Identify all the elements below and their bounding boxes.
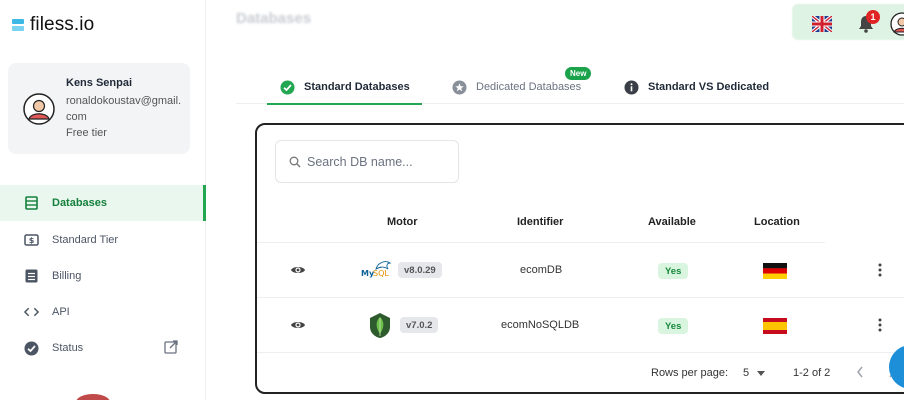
sidebar-item-databases[interactable]: Databases <box>0 185 206 221</box>
pagination: Rows per page: 5 1-2 of 2 <box>257 353 904 389</box>
tab-standard-databases[interactable]: Standard Databases <box>267 70 422 105</box>
dropdown-arrow-icon[interactable] <box>757 371 765 376</box>
logo-text: filess.io <box>30 14 95 35</box>
dollar-card-icon: $ <box>24 233 39 248</box>
sidebar-item-api[interactable]: API <box>0 294 206 330</box>
mongodb-icon <box>370 313 390 338</box>
version-badge: v7.0.2 <box>400 317 439 333</box>
germany-flag-icon <box>763 263 787 279</box>
uk-flag-icon[interactable] <box>812 16 832 32</box>
column-header-available[interactable]: Available <box>648 216 696 228</box>
version-badge: v8.0.29 <box>398 262 442 278</box>
eye-icon[interactable] <box>290 263 306 277</box>
tab-dedicated-databases[interactable]: Dedicated Databases <box>452 70 581 104</box>
previous-page-icon[interactable] <box>855 365 865 379</box>
table-row[interactable]: My SQL v8.0.29 ecomDB Yes <box>257 243 904 298</box>
column-header-location[interactable]: Location <box>754 216 800 228</box>
db-identifier: ecomNoSQLDB <box>501 319 580 331</box>
code-icon <box>24 305 39 320</box>
star-icon <box>452 80 467 95</box>
external-link-icon[interactable] <box>164 340 178 354</box>
sidebar-item-label: Status <box>52 342 84 354</box>
sidebar-item-label: Databases <box>52 197 108 209</box>
notification-badge: 1 <box>866 10 880 24</box>
check-circle-icon <box>280 80 295 95</box>
available-badge: Yes <box>658 263 689 279</box>
sidebar-item-label: Standard Tier <box>52 234 119 246</box>
sidebar: filess.io Kens Senpai ronaldokoustav@gma… <box>0 0 206 400</box>
info-icon <box>624 80 639 95</box>
check-circle-icon <box>24 341 39 356</box>
spain-flag-icon <box>763 318 787 334</box>
tab-standard-vs-dedicated[interactable]: Standard VS Dedicated <box>624 70 769 104</box>
avatar <box>23 93 55 125</box>
tab-label: Standard Databases <box>304 81 410 93</box>
sidebar-nav: Databases $ Standard Tier Billing API St… <box>0 185 206 366</box>
sidebar-item-standard-tier[interactable]: $ Standard Tier <box>0 222 206 258</box>
column-header-identifier[interactable]: Identifier <box>517 216 563 228</box>
page-title: Databases <box>236 10 312 27</box>
svg-text:$: $ <box>29 236 35 245</box>
topbar-actions <box>792 4 904 40</box>
more-options-icon[interactable] <box>877 262 883 278</box>
filess-logo-icon <box>12 19 24 31</box>
tab-label: Dedicated Databases <box>476 81 582 93</box>
decorative-blob <box>76 394 110 400</box>
search-input[interactable] <box>307 154 447 169</box>
db-identifier: ecomDB <box>520 264 563 276</box>
rows-per-page-select[interactable]: 5 <box>743 367 749 379</box>
database-tabs: Standard Databases Dedicated Databases N… <box>236 67 904 105</box>
sidebar-item-label: API <box>52 306 70 318</box>
eye-icon[interactable] <box>290 318 306 332</box>
app-logo[interactable]: filess.io <box>12 14 94 36</box>
table-header: Motor Identifier Available Location <box>257 205 825 243</box>
table-row[interactable]: v7.0.2 ecomNoSQLDB Yes <box>257 298 904 353</box>
more-options-icon[interactable] <box>877 317 883 333</box>
search-box[interactable] <box>275 140 459 183</box>
pagination-range: 1-2 of 2 <box>793 367 831 379</box>
rows-per-page-label: Rows per page: <box>651 367 729 379</box>
search-icon <box>289 156 301 167</box>
sidebar-item-label: Billing <box>52 270 82 282</box>
sidebar-item-billing[interactable]: Billing <box>0 258 206 294</box>
tab-label: Standard VS Dedicated <box>648 81 770 93</box>
profile-name: Kens Senpai <box>66 77 133 89</box>
profile-tier: Free tier <box>66 127 107 139</box>
new-badge: New <box>565 67 592 80</box>
profile-card[interactable]: Kens Senpai ronaldokoustav@gmail.com Fre… <box>8 63 190 154</box>
mysql-icon: My SQL <box>361 261 392 278</box>
database-list-card: Motor Identifier Available Location My S… <box>255 123 904 394</box>
available-badge: Yes <box>658 318 689 334</box>
sidebar-item-status[interactable]: Status <box>0 330 206 366</box>
billing-icon <box>24 269 39 284</box>
column-header-motor[interactable]: Motor <box>387 216 418 228</box>
svg-text:SQL: SQL <box>373 269 389 278</box>
user-avatar-icon[interactable] <box>890 12 904 36</box>
profile-email: ronaldokoustav@gmail.com <box>66 95 182 123</box>
database-icon <box>24 196 39 211</box>
